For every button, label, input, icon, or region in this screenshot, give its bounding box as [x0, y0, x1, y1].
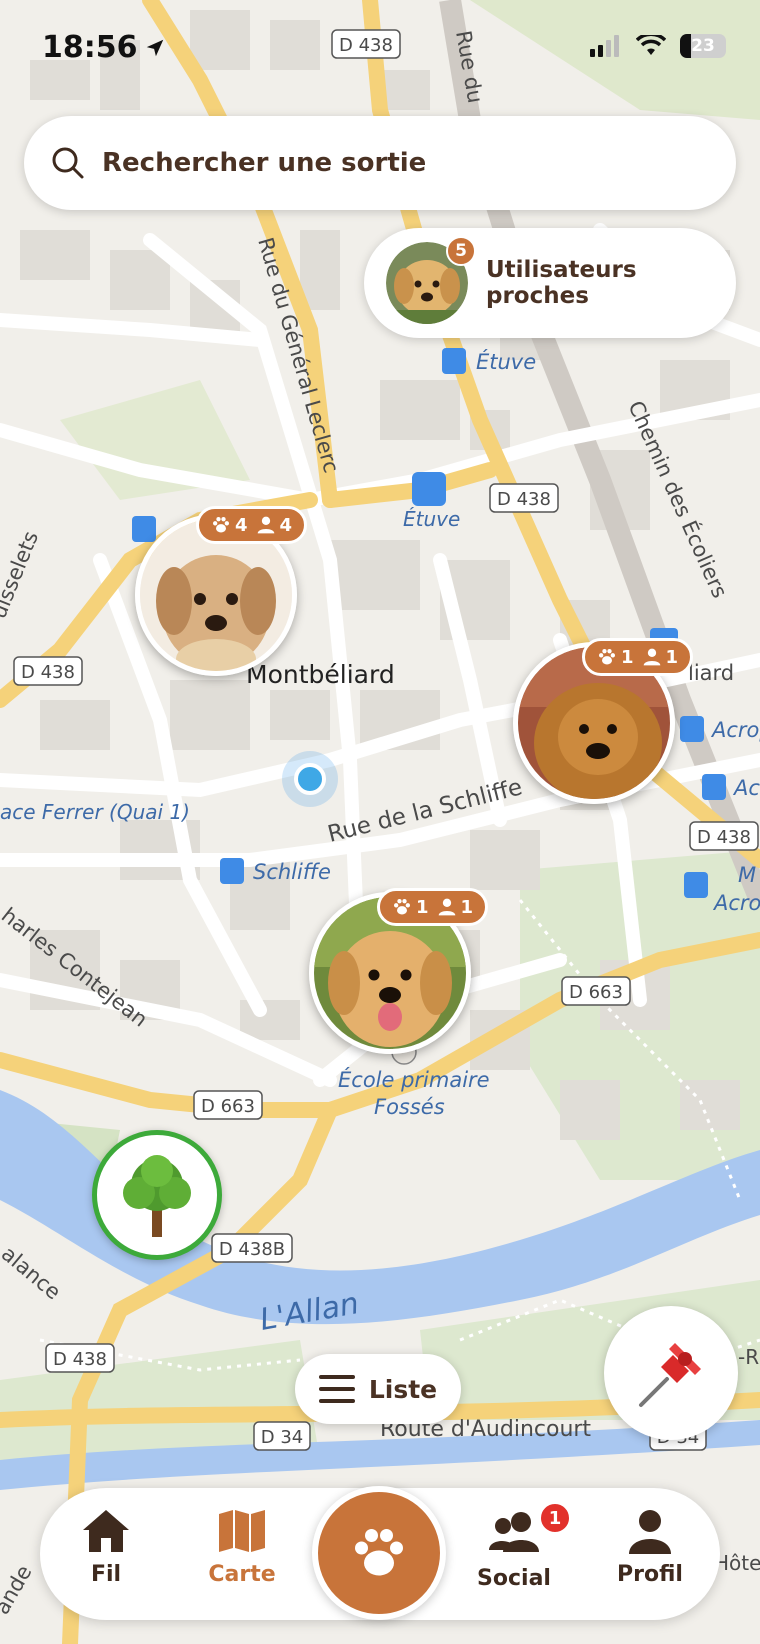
bus-stop-label: Ac: [732, 776, 760, 800]
battery-level: 23: [691, 36, 715, 56]
tab-fil[interactable]: Fil: [56, 1508, 156, 1587]
school-label: Fossés: [374, 1095, 445, 1119]
road-label-d663-b: D 663: [201, 1096, 255, 1117]
bus-stop-label: Schliffe: [253, 860, 331, 884]
search-placeholder: Rechercher une sortie: [102, 148, 427, 178]
list-view-button[interactable]: Liste: [295, 1354, 461, 1424]
people-count: 1: [460, 896, 474, 918]
tab-label: Fil: [90, 1562, 122, 1587]
marker-badge: 1 1: [582, 638, 694, 676]
person-icon: [629, 1510, 671, 1554]
home-icon: [83, 1510, 129, 1552]
people-count: 1: [665, 646, 679, 668]
road-label-d438-b: D 438: [497, 489, 551, 510]
road-label-d663-a: D 663: [569, 982, 623, 1003]
paw-icon: [213, 517, 229, 533]
nearby-count-badge: 5: [446, 236, 476, 266]
town-label: Montbéliard: [246, 660, 395, 689]
person-icon: [257, 516, 274, 534]
search-icon: [52, 147, 84, 179]
social-notification-badge: 1: [539, 1502, 571, 1534]
road-label-d438-d: D 438: [697, 827, 751, 848]
school-label: École primaire: [338, 1067, 490, 1092]
paw-count: 4: [235, 514, 248, 536]
bus-stop-label: Étuve: [476, 349, 536, 374]
paw-icon: [394, 899, 410, 915]
people-icon: [489, 1512, 539, 1552]
park-marker[interactable]: [92, 1130, 222, 1260]
center-paw-button[interactable]: [312, 1486, 446, 1620]
battery-icon: 23: [680, 34, 726, 58]
map-icon: [219, 1510, 265, 1552]
poi-label: Hôtel: [714, 1551, 760, 1575]
signal-icon: [590, 35, 619, 57]
bus-stop-label: Acrop: [710, 718, 760, 742]
clock-text: 18:56: [42, 30, 138, 65]
tab-label: Social: [477, 1566, 551, 1591]
status-bar: 18:56 23: [0, 0, 760, 100]
bus-stop-label: M: [738, 863, 756, 887]
poi-label: -R: [738, 1345, 759, 1369]
paw-icon: [599, 649, 615, 665]
tab-profil[interactable]: Profil: [600, 1508, 700, 1587]
person-icon: [643, 648, 660, 666]
poi-label: liard: [688, 661, 734, 685]
menu-icon: [318, 1375, 355, 1403]
marker-badge: 1 1: [377, 888, 489, 926]
marker-badge: 4 4: [196, 506, 308, 544]
people-count: 4: [279, 514, 293, 536]
list-view-label: Liste: [368, 1374, 438, 1404]
status-icons: 23: [590, 34, 726, 58]
add-pin-button[interactable]: [604, 1306, 738, 1440]
road-label-d34-a: D 34: [261, 1427, 304, 1448]
paw-icon: [355, 1529, 403, 1576]
bus-stop-label: Acro: [712, 891, 760, 915]
paw-count: 1: [621, 646, 634, 668]
bus-stop-label: Étuve: [403, 507, 460, 531]
road-label-d438-e: D 438: [53, 1349, 107, 1370]
person-icon: [438, 898, 455, 916]
search-bar[interactable]: Rechercher une sortie: [24, 116, 736, 210]
nearby-user-avatar: 5: [386, 236, 476, 324]
pushpin-icon: [639, 1343, 701, 1407]
tab-social[interactable]: 1 Social: [464, 1502, 571, 1591]
street-label: ace Ferrer (Quai 1): [0, 800, 190, 824]
tab-label: Carte: [208, 1562, 276, 1587]
road-label-d438b: D 438B: [219, 1239, 285, 1260]
tab-carte[interactable]: Carte: [192, 1508, 292, 1587]
paw-count: 1: [416, 896, 429, 918]
location-arrow-icon: [146, 39, 163, 56]
status-time: 18:56: [42, 30, 166, 65]
nearby-users-label: Utilisateurs proches: [486, 257, 637, 309]
tree-icon: [123, 1155, 191, 1237]
road-label-d438-c: D 438: [21, 662, 75, 683]
wifi-icon: [636, 35, 666, 55]
nearby-users-button[interactable]: 5 Utilisateurs proches: [364, 228, 736, 338]
tab-label: Profil: [617, 1562, 683, 1587]
